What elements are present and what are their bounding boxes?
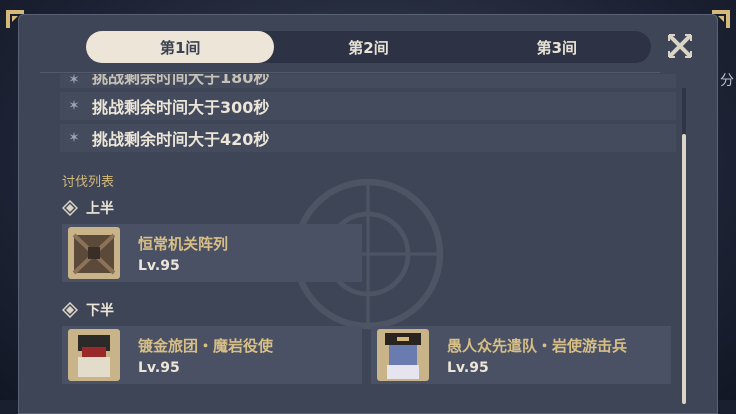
second-half-header: 下半	[62, 300, 114, 320]
enemy-list-title: 讨伐列表	[62, 175, 115, 190]
enemy-card[interactable]: 镀金旅团・魔岩役使 Lv.95	[62, 326, 362, 384]
star-icon: ✶	[68, 74, 80, 88]
enemy-name: 镀金旅团・魔岩役使	[138, 336, 274, 355]
challenge-row: ✶ 挑战剩余时间大于420秒	[60, 124, 676, 152]
enemy-name: 恒常机关阵列	[138, 234, 229, 253]
challenge-text: 挑战剩余时间大于300秒	[92, 98, 270, 117]
enemy-level: Lv.95	[138, 257, 180, 274]
right-edge-text: 分	[720, 73, 734, 89]
diamond-icon	[62, 200, 78, 216]
challenge-row: ✶ 挑战剩余时间大于300秒	[60, 92, 676, 120]
close-icon[interactable]	[666, 32, 694, 60]
challenge-list: ✶ 挑战剩余时间大于180秒 ✶ 挑战剩余时间大于300秒 ✶ 挑战剩余时间大于…	[60, 74, 676, 156]
enemy-name: 愚人众先遣队・岩使游击兵	[447, 336, 628, 355]
enemy-card[interactable]: 恒常机关阵列 Lv.95	[62, 224, 362, 282]
divider	[40, 72, 660, 73]
tab-chamber-3[interactable]: 第3间	[463, 31, 651, 63]
star-icon: ✶	[68, 130, 80, 146]
diamond-icon	[62, 302, 78, 318]
enemy-portrait	[68, 329, 120, 381]
first-half-label: 上半	[86, 201, 114, 217]
first-half-header: 上半	[62, 198, 114, 218]
chamber-tabs: 第1间 第2间 第3间	[86, 31, 651, 63]
enemy-card[interactable]: 愚人众先遣队・岩使游击兵 Lv.95	[371, 326, 671, 384]
challenge-text: 挑战剩余时间大于420秒	[92, 130, 270, 149]
enemy-level: Lv.95	[138, 359, 180, 376]
second-half-label: 下半	[86, 303, 114, 319]
enemy-portrait	[377, 329, 429, 381]
challenge-row: ✶ 挑战剩余时间大于180秒	[60, 74, 676, 88]
star-icon: ✶	[68, 98, 80, 114]
scrollbar-thumb[interactable]	[682, 134, 686, 404]
challenge-text: 挑战剩余时间大于180秒	[92, 74, 270, 87]
tab-chamber-2[interactable]: 第2间	[274, 31, 462, 63]
corner-ornament-icon	[712, 10, 730, 28]
corner-ornament-icon	[6, 10, 24, 28]
enemy-portrait	[68, 227, 120, 279]
enemy-level: Lv.95	[447, 359, 489, 376]
tab-chamber-1[interactable]: 第1间	[86, 31, 275, 63]
